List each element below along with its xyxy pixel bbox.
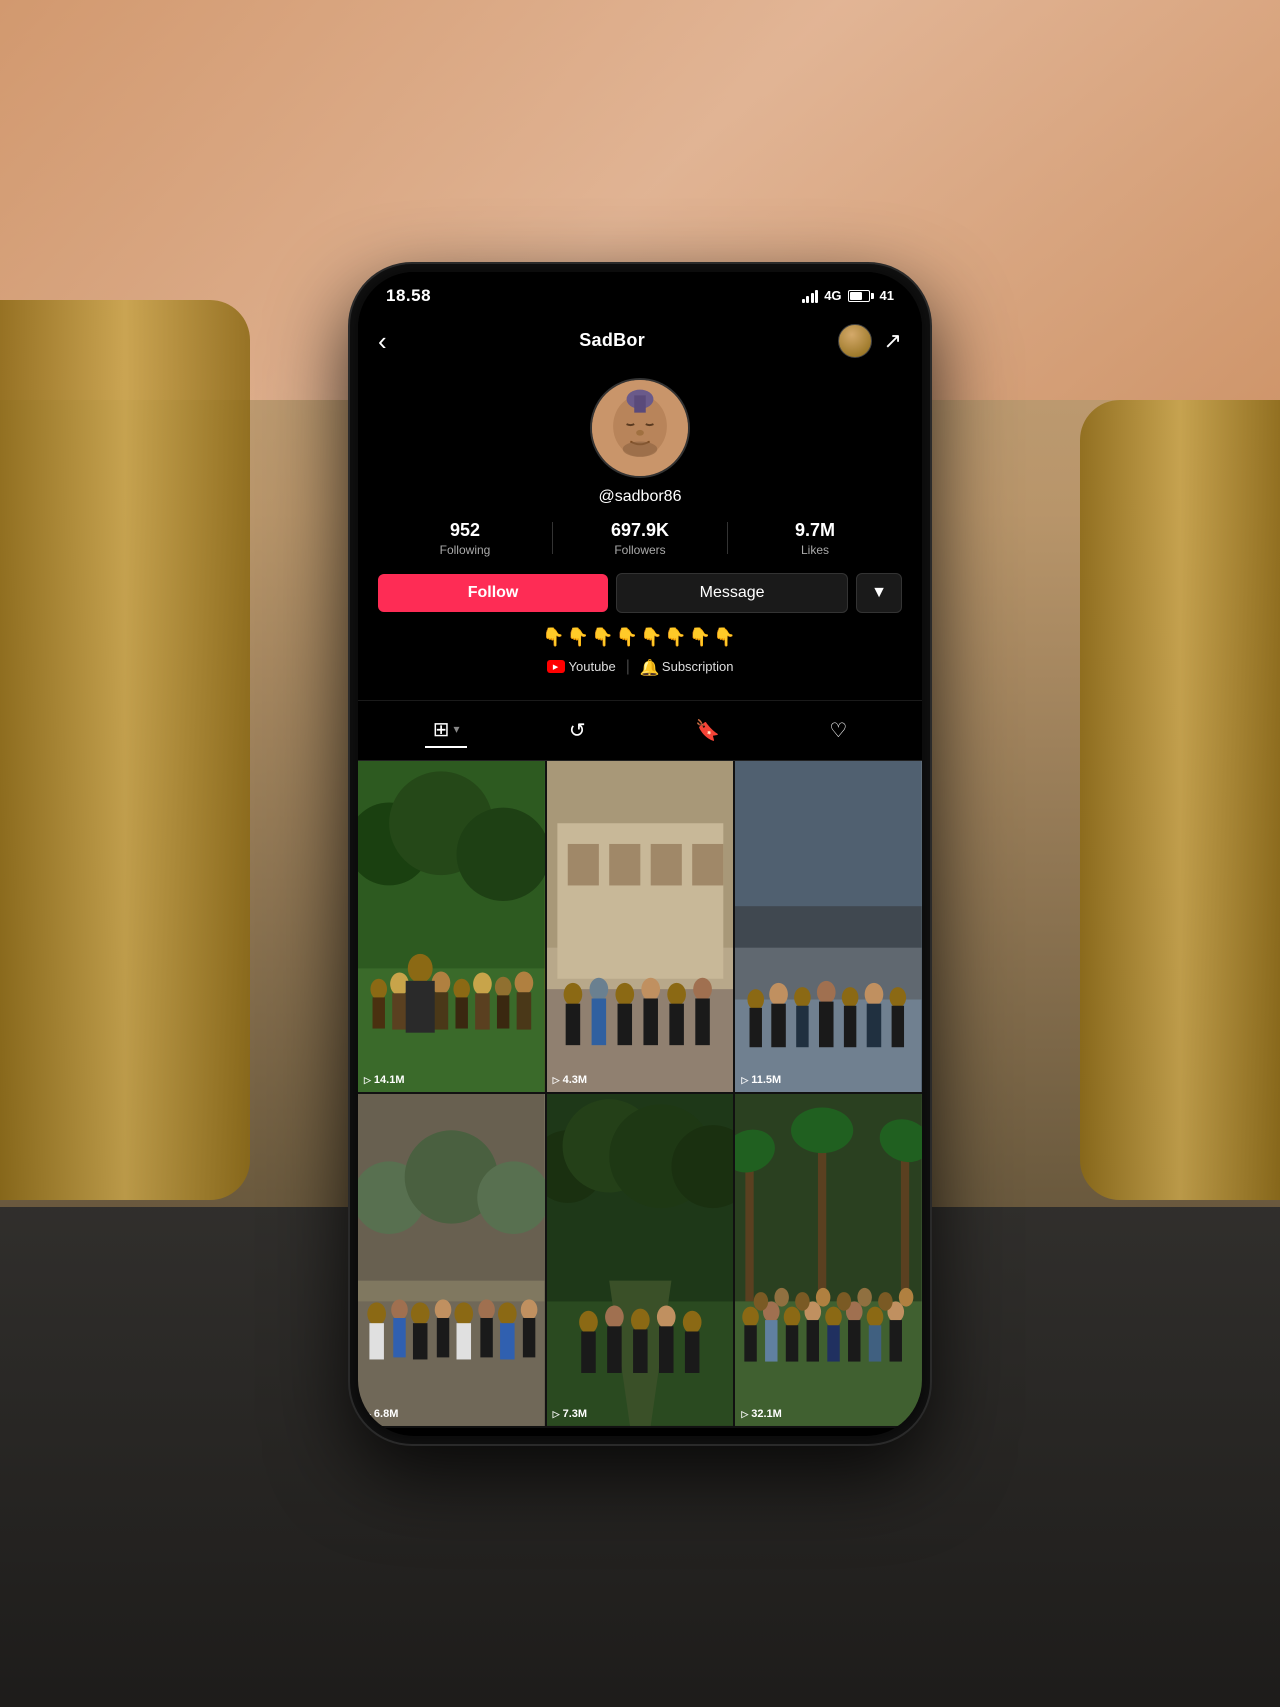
avatar[interactable] [590,378,690,478]
play-icon-5: ▷ [553,1409,560,1420]
battery-fill [850,292,862,300]
youtube-icon [547,660,565,673]
video-thumb-1[interactable]: ▷ 14.1M [358,761,545,1093]
subscription-link[interactable]: 🔔 Subscription [640,658,734,676]
tab-liked[interactable]: ♡ [821,714,855,747]
play-icon: ▷ [364,1075,371,1086]
view-count-text: 14.1M [374,1074,405,1086]
video-thumb-5[interactable]: ▷ 7.3M [547,1094,734,1426]
follow-button[interactable]: Follow [378,574,608,612]
likes-count: 9.7M [795,520,835,541]
signal-bar-4 [815,290,818,303]
likes-label: Likes [801,543,829,557]
battery-percent: 41 [880,288,894,303]
video-5-views: ▷ 7.3M [553,1408,587,1420]
view-count-text-5: 7.3M [563,1408,587,1420]
hand-left [0,300,250,1200]
video-grid: ▷ 14.1M [358,761,922,1428]
back-button[interactable]: ‹ [378,328,387,354]
signal-bars-icon [802,289,819,303]
avatar-image [592,378,688,478]
hand-right [1080,400,1280,1200]
view-count-text-4: 6.8M [374,1408,398,1420]
screen-content[interactable]: ‹ SadBor ↗ [358,314,922,1428]
tab-dropdown-icon: ▾ [453,722,459,736]
profile-username: @sadbor86 [599,488,682,506]
tab-videos[interactable]: ⊞ ▾ [425,713,468,748]
youtube-link[interactable]: Youtube [547,659,616,674]
followers-count: 697.9K [611,520,669,541]
status-right-icons: 4G 41 [802,288,894,303]
status-time: 18.58 [386,286,431,306]
play-icon-3: ▷ [741,1075,748,1086]
subscription-label: Subscription [662,659,734,674]
action-buttons: Follow Message ▼ [378,573,902,613]
play-icon-2: ▷ [553,1075,560,1086]
play-icon-4: ▷ [364,1409,371,1420]
tab-videos-icon: ⊞ [433,717,450,742]
nav-header: ‹ SadBor ↗ [358,314,922,368]
video-2-views: ▷ 4.3M [553,1074,587,1086]
following-label: Following [440,543,491,557]
battery-tip [871,293,874,299]
signal-bar-2 [806,296,809,303]
tab-saved-icon: 🔖 [695,718,720,743]
phone-device: 18.58 4G 41 [350,264,930,1444]
phone-screen: 18.58 4G 41 [358,272,922,1436]
tab-liked-icon: ♡ [829,718,847,743]
nav-actions: ↗ [838,324,902,358]
youtube-label: Youtube [569,659,616,674]
profile-section: @sadbor86 952 Following 697.9K Followers [358,368,922,700]
video-thumb-2[interactable]: ▷ 4.3M [547,761,734,1093]
stats-row: 952 Following 697.9K Followers 9.7M Like… [378,520,902,557]
links-divider: | [626,658,630,676]
view-count-text-3: 11.5M [751,1074,781,1086]
more-options-button[interactable]: ▼ [856,573,902,613]
tab-saved[interactable]: 🔖 [687,714,728,747]
share-button[interactable]: ↗ [884,328,902,354]
play-icon-6: ▷ [741,1409,748,1420]
profile-username-header: SadBor [579,330,645,351]
subscription-icon: 🔔 [640,658,658,676]
stat-likes: 9.7M Likes [728,520,902,557]
phone-notch [575,272,705,306]
following-count: 952 [450,520,480,541]
signal-bar-3 [811,293,814,303]
links-row: Youtube | 🔔 Subscription [547,658,734,676]
nav-avatar-small[interactable] [838,324,872,358]
stat-following: 952 Following [378,520,552,557]
followers-label: Followers [614,543,665,557]
emoji-row: 👇👇👇👇👇👇👇👇 [542,627,737,648]
network-type-label: 4G [824,288,841,303]
video-6-views: ▷ 32.1M [741,1408,782,1420]
video-thumb-4[interactable]: ▷ 6.8M [358,1094,545,1426]
tab-repost[interactable]: ↺ [561,714,594,747]
video-thumb-6[interactable]: ▷ 32.1M [735,1094,922,1426]
video-3-views: ▷ 11.5M [741,1074,781,1086]
signal-bar-1 [802,299,805,303]
battery-icon [848,290,874,302]
view-count-text-2: 4.3M [563,1074,587,1086]
video-1-views: ▷ 14.1M [364,1074,405,1086]
tab-repost-icon: ↺ [569,718,586,743]
video-thumb-3[interactable]: ▷ 11.5M [735,761,922,1093]
view-count-text-6: 32.1M [751,1408,782,1420]
stat-followers: 697.9K Followers [553,520,727,557]
message-button[interactable]: Message [616,573,848,613]
phone-case: 18.58 4G 41 [350,264,930,1444]
battery-body [848,290,870,302]
video-4-views: ▷ 6.8M [364,1408,398,1420]
tab-bar: ⊞ ▾ ↺ 🔖 ♡ [358,700,922,761]
